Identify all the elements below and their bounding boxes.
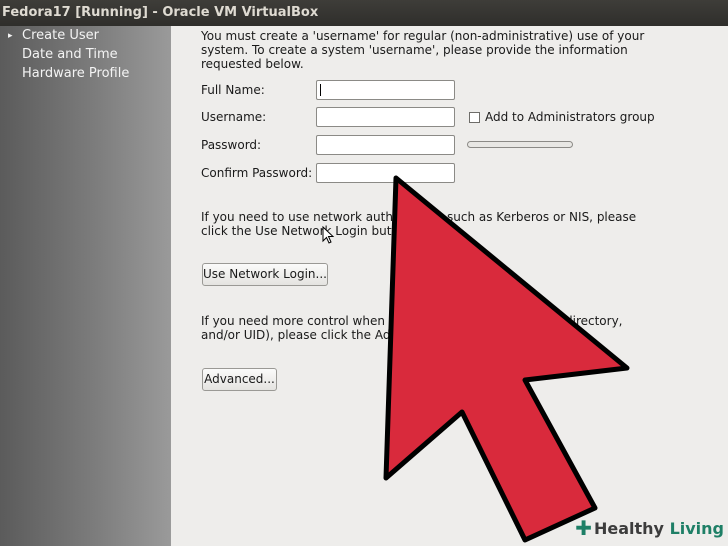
watermark-tag: Living (669, 519, 724, 538)
watermark-brand: Healthy (593, 519, 664, 538)
annotation-arrow-icon (383, 175, 630, 543)
healthy-living-watermark: ✚ Healthy Living (575, 516, 724, 540)
plus-icon: ✚ (575, 516, 592, 540)
